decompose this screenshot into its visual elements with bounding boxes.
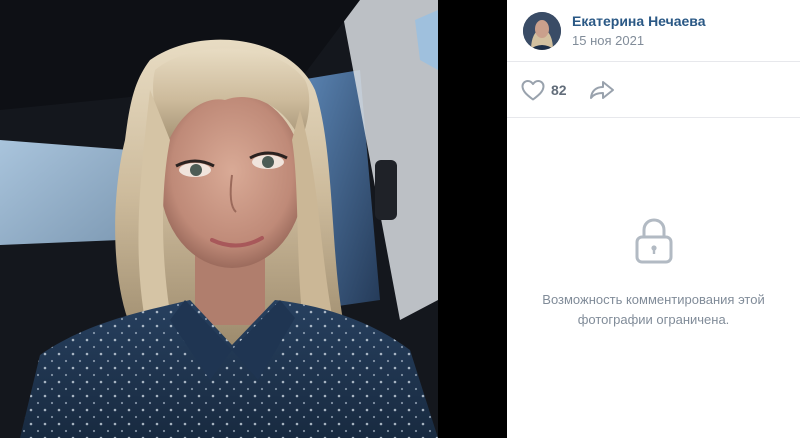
photo[interactable] [0,0,438,438]
side-panel: Екатерина Нечаева 15 ноя 2021 82 Возможн… [507,0,800,438]
share-icon [589,80,615,100]
photo-area[interactable] [0,0,507,438]
post-date: 15 ноя 2021 [572,32,645,48]
share-button[interactable] [589,80,615,100]
photo-viewer: Екатерина Нечаева 15 ноя 2021 82 Возможн… [0,0,800,438]
comments-closed-text: Возможность комментирования этой фотогра… [542,291,765,327]
avatar[interactable] [523,11,561,50]
comments-closed-notice: Возможность комментирования этой фотогра… [507,118,800,438]
action-bar: 82 [507,62,800,118]
author-name-link[interactable]: Екатерина Нечаева [572,12,706,30]
author-header: Екатерина Нечаева 15 ноя 2021 [507,0,800,62]
like-count: 82 [551,81,567,98]
avatar-image [523,11,561,50]
author-info: Екатерина Нечаева 15 ноя 2021 [572,12,706,50]
heart-icon [521,79,545,101]
lock-icon [634,217,674,270]
photo-image [0,0,438,438]
like-button[interactable]: 82 [521,79,567,101]
